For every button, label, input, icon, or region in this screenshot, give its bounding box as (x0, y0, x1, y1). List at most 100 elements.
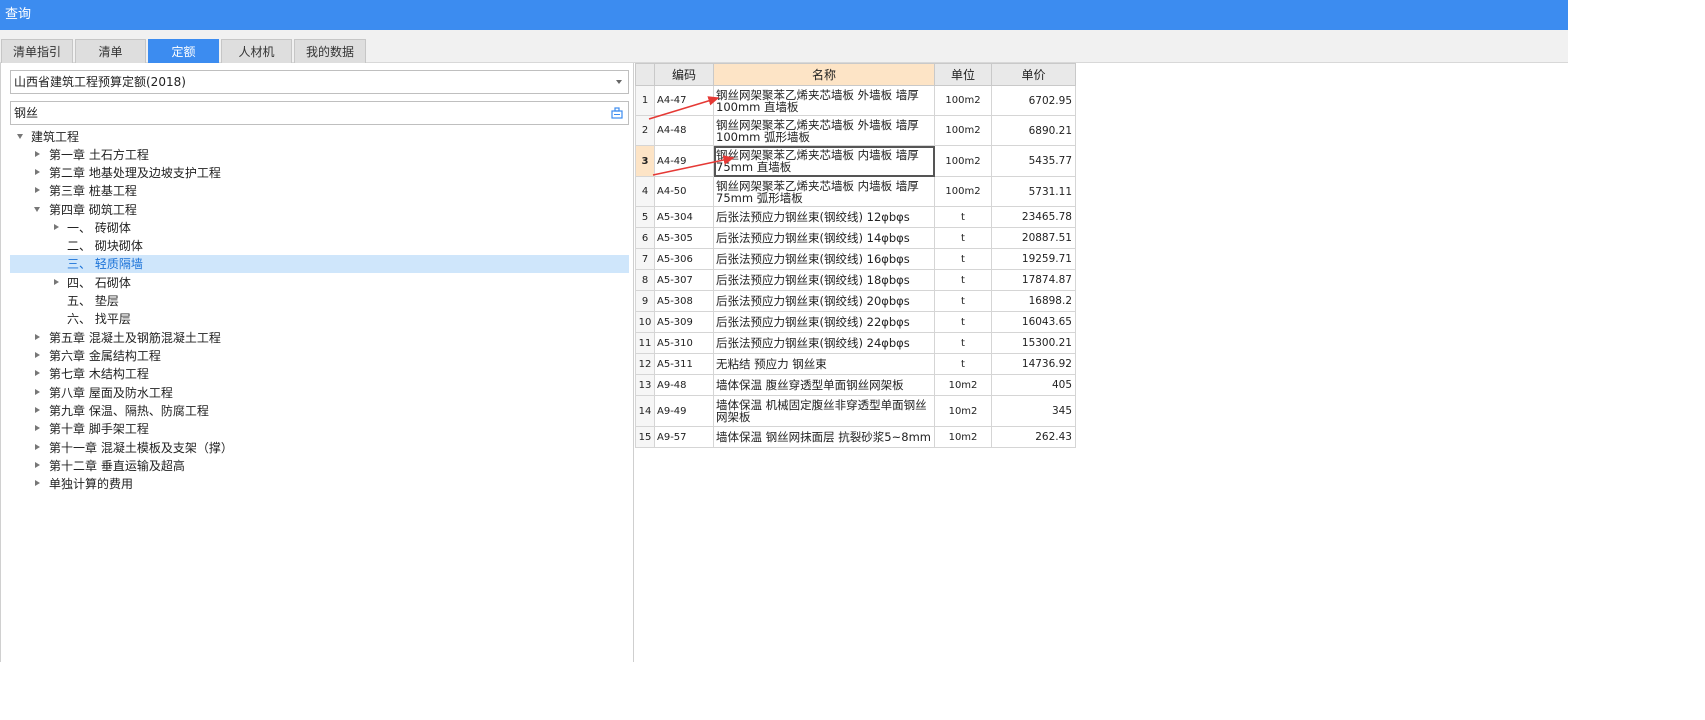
column-header-unit[interactable]: 单位 (934, 63, 992, 86)
quota-library-select[interactable]: 山西省建筑工程预算定额(2018) (10, 70, 629, 94)
cell-code[interactable]: A5-304 (654, 206, 714, 228)
table-row[interactable]: 4 A4-50 钢丝网架聚苯乙烯夹芯墙板 内墙板 墙厚75mm 弧形墙板 100… (635, 176, 1076, 207)
collapsed-arrow-icon[interactable] (35, 169, 40, 175)
tree-section[interactable]: 六、 找平层 (10, 310, 629, 328)
table-row[interactable]: 5 A5-304 后张法预应力钢丝束(钢绞线) 12φbφs t 23465.7… (635, 206, 1076, 228)
cell-unit[interactable]: 100m2 (934, 115, 992, 146)
cell-price[interactable]: 5435.77 (991, 145, 1076, 177)
tree-chapter[interactable]: 第七章 木结构工程 (10, 365, 629, 383)
cell-name[interactable]: 墙体保温 钢丝网抹面层 抗裂砂浆5~8mm (713, 426, 935, 448)
cell-unit[interactable]: t (934, 206, 992, 228)
cell-unit[interactable]: 100m2 (934, 85, 992, 116)
cell-name[interactable]: 钢丝网架聚苯乙烯夹芯墙板 外墙板 墙厚100mm 弧形墙板 (713, 115, 935, 146)
cell-price[interactable]: 262.43 (991, 426, 1076, 448)
cell-code[interactable]: A5-310 (654, 332, 714, 354)
cell-name[interactable]: 后张法预应力钢丝束(钢绞线) 16φbφs (713, 248, 935, 270)
cell-code[interactable]: A4-47 (654, 85, 714, 116)
cell-unit[interactable]: t (934, 269, 992, 291)
tree-chapter[interactable]: 第九章 保温、隔热、防腐工程 (10, 402, 629, 420)
cell-code[interactable]: A5-308 (654, 290, 714, 312)
tree-chapter[interactable]: 第八章 屋面及防水工程 (10, 384, 629, 402)
tree-section[interactable]: 四、 石砌体 (10, 274, 629, 292)
collapsed-arrow-icon[interactable] (35, 352, 40, 358)
table-row[interactable]: 2 A4-48 钢丝网架聚苯乙烯夹芯墙板 外墙板 墙厚100mm 弧形墙板 10… (635, 115, 1076, 146)
tree-chapter[interactable]: 第一章 土石方工程 (10, 146, 629, 164)
collapsed-arrow-icon[interactable] (35, 480, 40, 486)
cell-name[interactable]: 后张法预应力钢丝束(钢绞线) 22φbφs (713, 311, 935, 333)
table-row[interactable]: 9 A5-308 后张法预应力钢丝束(钢绞线) 20φbφs t 16898.2 (635, 290, 1076, 312)
column-header-price[interactable]: 单价 (991, 63, 1076, 86)
expanded-arrow-icon[interactable] (34, 207, 40, 212)
tree-root[interactable]: 建筑工程 (10, 128, 629, 146)
cell-name[interactable]: 墙体保温 腹丝穿透型单面钢丝网架板 (713, 374, 935, 396)
cell-code[interactable]: A4-48 (654, 115, 714, 146)
cell-price[interactable]: 6702.95 (991, 85, 1076, 116)
cell-code[interactable]: A5-309 (654, 311, 714, 333)
cell-name[interactable]: 后张法预应力钢丝束(钢绞线) 20φbφs (713, 290, 935, 312)
cell-price[interactable]: 6890.21 (991, 115, 1076, 146)
collapsed-arrow-icon[interactable] (35, 187, 40, 193)
table-row[interactable]: 6 A5-305 后张法预应力钢丝束(钢绞线) 14φbφs t 20887.5… (635, 227, 1076, 249)
cell-price[interactable]: 15300.21 (991, 332, 1076, 354)
cell-unit[interactable]: t (934, 227, 992, 249)
cell-unit[interactable]: t (934, 290, 992, 312)
table-row[interactable]: 14 A9-49 墙体保温 机械固定腹丝非穿透型单面钢丝网架板 10m2 345 (635, 395, 1076, 427)
tree-chapter[interactable]: 第四章 砌筑工程 (10, 201, 629, 219)
cell-unit[interactable]: t (934, 353, 992, 375)
cell-code[interactable]: A5-307 (654, 269, 714, 291)
tab-labor-material-machine[interactable]: 人材机 (221, 39, 292, 63)
cell-name[interactable]: 后张法预应力钢丝束(钢绞线) 14φbφs (713, 227, 935, 249)
collapsed-arrow-icon[interactable] (35, 425, 40, 431)
cell-code[interactable]: A9-57 (654, 426, 714, 448)
cell-name[interactable]: 钢丝网架聚苯乙烯夹芯墙板 内墙板 墙厚75mm 弧形墙板 (713, 176, 935, 207)
cell-price[interactable]: 345 (991, 395, 1076, 427)
table-row[interactable]: 1 A4-47 钢丝网架聚苯乙烯夹芯墙板 外墙板 墙厚100mm 直墙板 100… (635, 85, 1076, 116)
tab-list-guide[interactable]: 清单指引 (1, 39, 73, 63)
table-row-current[interactable]: 3 A4-49 钢丝网架聚苯乙烯夹芯墙板 内墙板 墙厚75mm 直墙板 100m… (635, 145, 1076, 177)
table-row[interactable]: 10 A5-309 后张法预应力钢丝束(钢绞线) 22φbφs t 16043.… (635, 311, 1076, 333)
tree-chapter[interactable]: 第二章 地基处理及边坡支护工程 (10, 164, 629, 182)
collapsed-arrow-icon[interactable] (35, 334, 40, 340)
cell-name[interactable]: 后张法预应力钢丝束(钢绞线) 18φbφs (713, 269, 935, 291)
cell-unit[interactable]: t (934, 332, 992, 354)
tab-my-data[interactable]: 我的数据 (294, 39, 366, 63)
table-row[interactable]: 7 A5-306 后张法预应力钢丝束(钢绞线) 16φbφs t 19259.7… (635, 248, 1076, 270)
tree-chapter[interactable]: 第六章 金属结构工程 (10, 347, 629, 365)
cell-name-focused[interactable]: 钢丝网架聚苯乙烯夹芯墙板 内墙板 墙厚75mm 直墙板 (713, 145, 935, 177)
cell-price[interactable]: 405 (991, 374, 1076, 396)
cell-price[interactable]: 17874.87 (991, 269, 1076, 291)
collapsed-arrow-icon[interactable] (35, 407, 40, 413)
table-row[interactable]: 11 A5-310 后张法预应力钢丝束(钢绞线) 24φbφs t 15300.… (635, 332, 1076, 354)
cell-name[interactable]: 后张法预应力钢丝束(钢绞线) 24φbφs (713, 332, 935, 354)
cell-unit[interactable]: t (934, 311, 992, 333)
collapsed-arrow-icon[interactable] (35, 444, 40, 450)
cell-unit[interactable]: 10m2 (934, 395, 992, 427)
tree-chapter[interactable]: 第十一章 混凝土模板及支架（撑） (10, 439, 629, 457)
cell-code[interactable]: A4-49 (654, 145, 714, 177)
collapsed-arrow-icon[interactable] (54, 279, 59, 285)
cell-price[interactable]: 16043.65 (991, 311, 1076, 333)
table-row[interactable]: 12 A5-311 无粘结 预应力 钢丝束 t 14736.92 (635, 353, 1076, 375)
tab-list[interactable]: 清单 (75, 39, 146, 63)
table-row[interactable]: 13 A9-48 墙体保温 腹丝穿透型单面钢丝网架板 10m2 405 (635, 374, 1076, 396)
cell-name[interactable]: 墙体保温 机械固定腹丝非穿透型单面钢丝网架板 (713, 395, 935, 427)
tree-chapter[interactable]: 第十章 脚手架工程 (10, 420, 629, 438)
tree-section[interactable]: 二、 砌块砌体 (10, 237, 629, 255)
table-row[interactable]: 15 A9-57 墙体保温 钢丝网抹面层 抗裂砂浆5~8mm 10m2 262.… (635, 426, 1076, 448)
cell-code[interactable]: A4-50 (654, 176, 714, 207)
search-input[interactable]: 钢丝 (10, 101, 629, 125)
table-row[interactable]: 8 A5-307 后张法预应力钢丝束(钢绞线) 18φbφs t 17874.8… (635, 269, 1076, 291)
cell-code[interactable]: A5-305 (654, 227, 714, 249)
cell-code[interactable]: A5-306 (654, 248, 714, 270)
cell-unit[interactable]: t (934, 248, 992, 270)
tree-chapter[interactable]: 第三章 桩基工程 (10, 182, 629, 200)
collapsed-arrow-icon[interactable] (35, 370, 40, 376)
cell-unit[interactable]: 10m2 (934, 374, 992, 396)
chevron-down-icon[interactable] (616, 80, 622, 84)
collapsed-arrow-icon[interactable] (35, 462, 40, 468)
cell-price[interactable]: 5731.11 (991, 176, 1076, 207)
cell-price[interactable]: 16898.2 (991, 290, 1076, 312)
collapsed-arrow-icon[interactable] (35, 151, 40, 157)
cell-unit[interactable]: 10m2 (934, 426, 992, 448)
cell-price[interactable]: 23465.78 (991, 206, 1076, 228)
